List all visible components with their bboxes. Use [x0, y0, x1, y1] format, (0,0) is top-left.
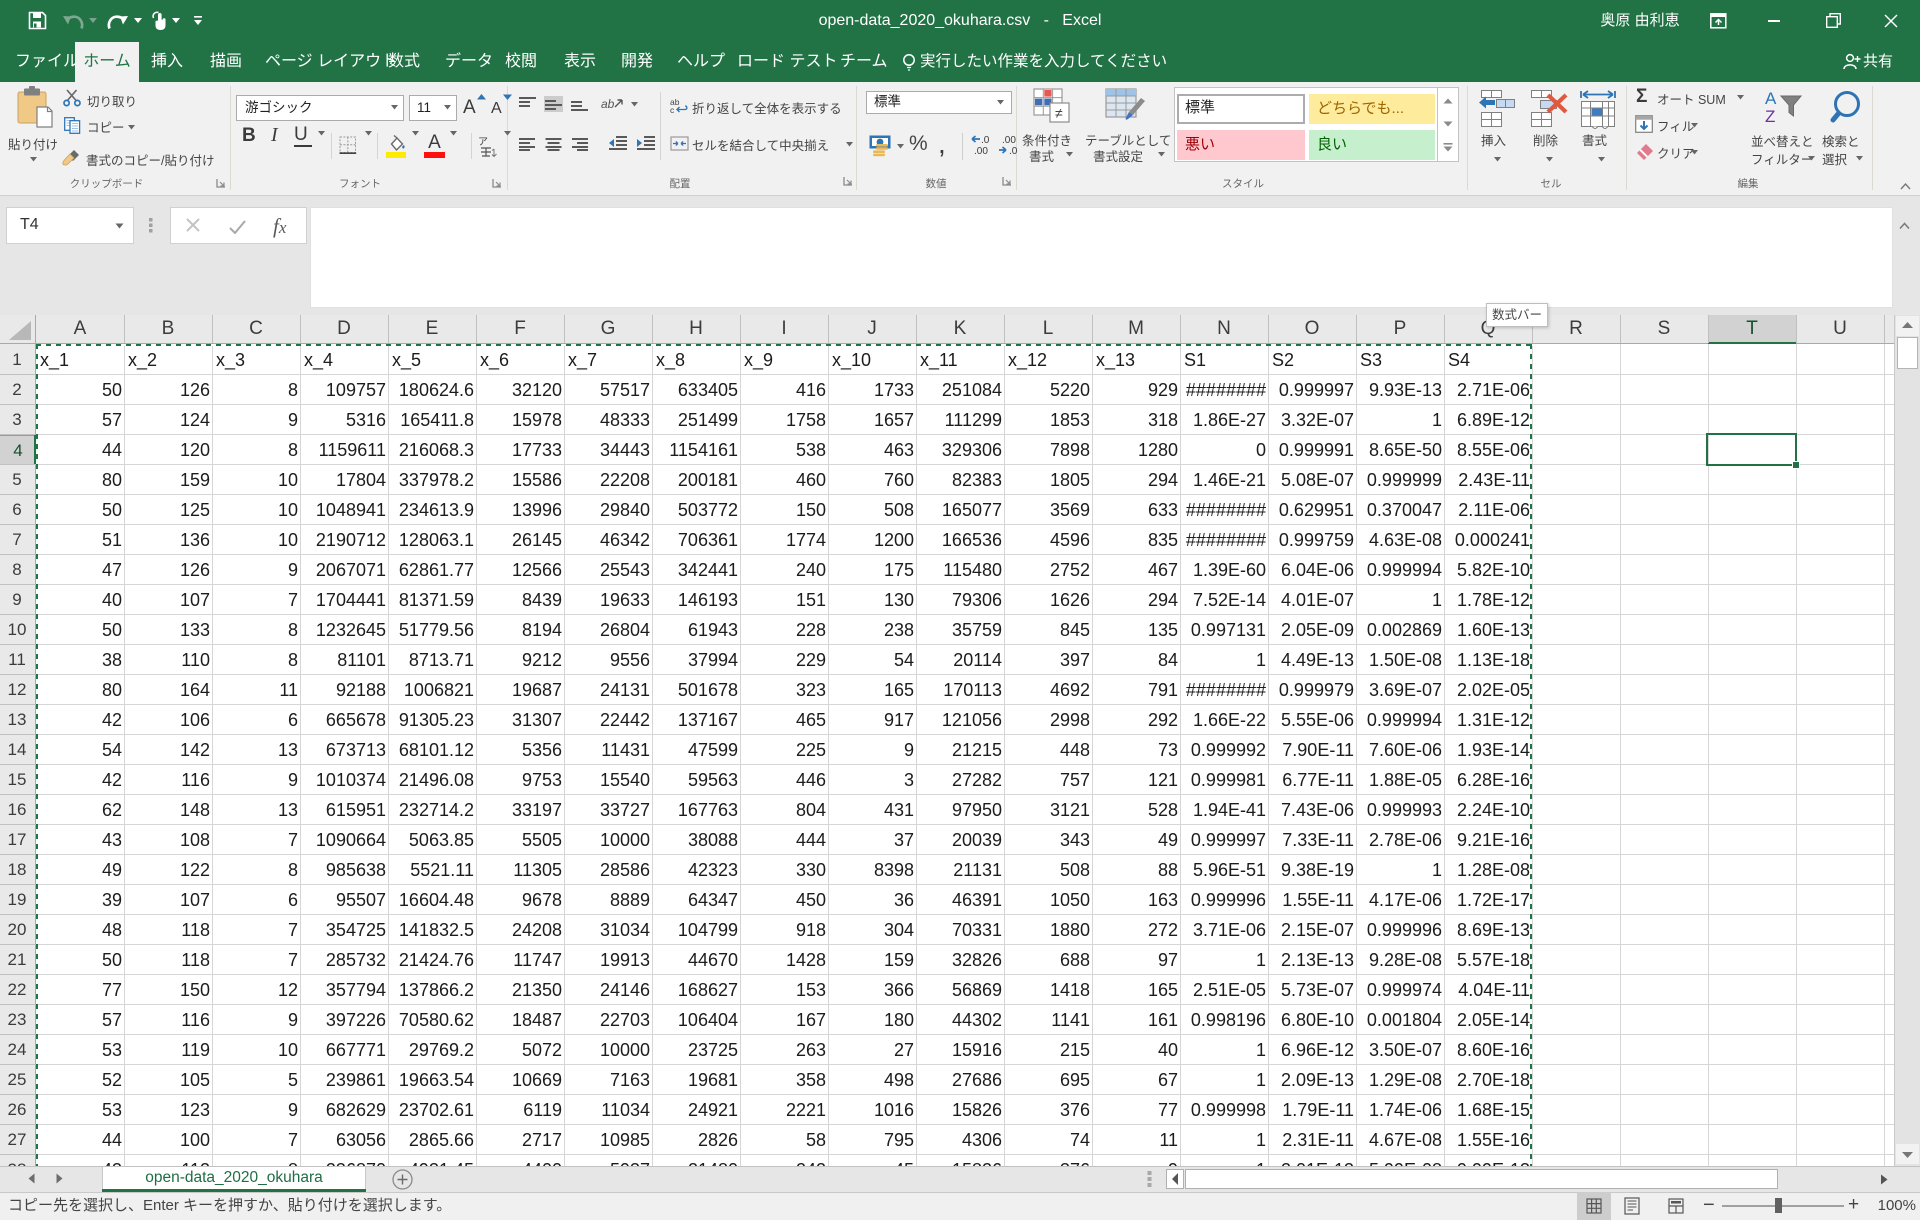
- svg-text:.0: .0: [981, 135, 990, 146]
- svg-text:.00: .00: [974, 146, 988, 156]
- svg-text:≠: ≠: [1055, 105, 1063, 121]
- svg-text:A: A: [1765, 89, 1777, 108]
- svg-text:Z: Z: [1765, 107, 1775, 124]
- svg-text:ア: ア: [478, 137, 488, 148]
- svg-text:.0: .0: [1009, 146, 1018, 156]
- svg-text:ab: ab: [601, 97, 615, 111]
- svg-text:.00: .00: [1002, 135, 1016, 146]
